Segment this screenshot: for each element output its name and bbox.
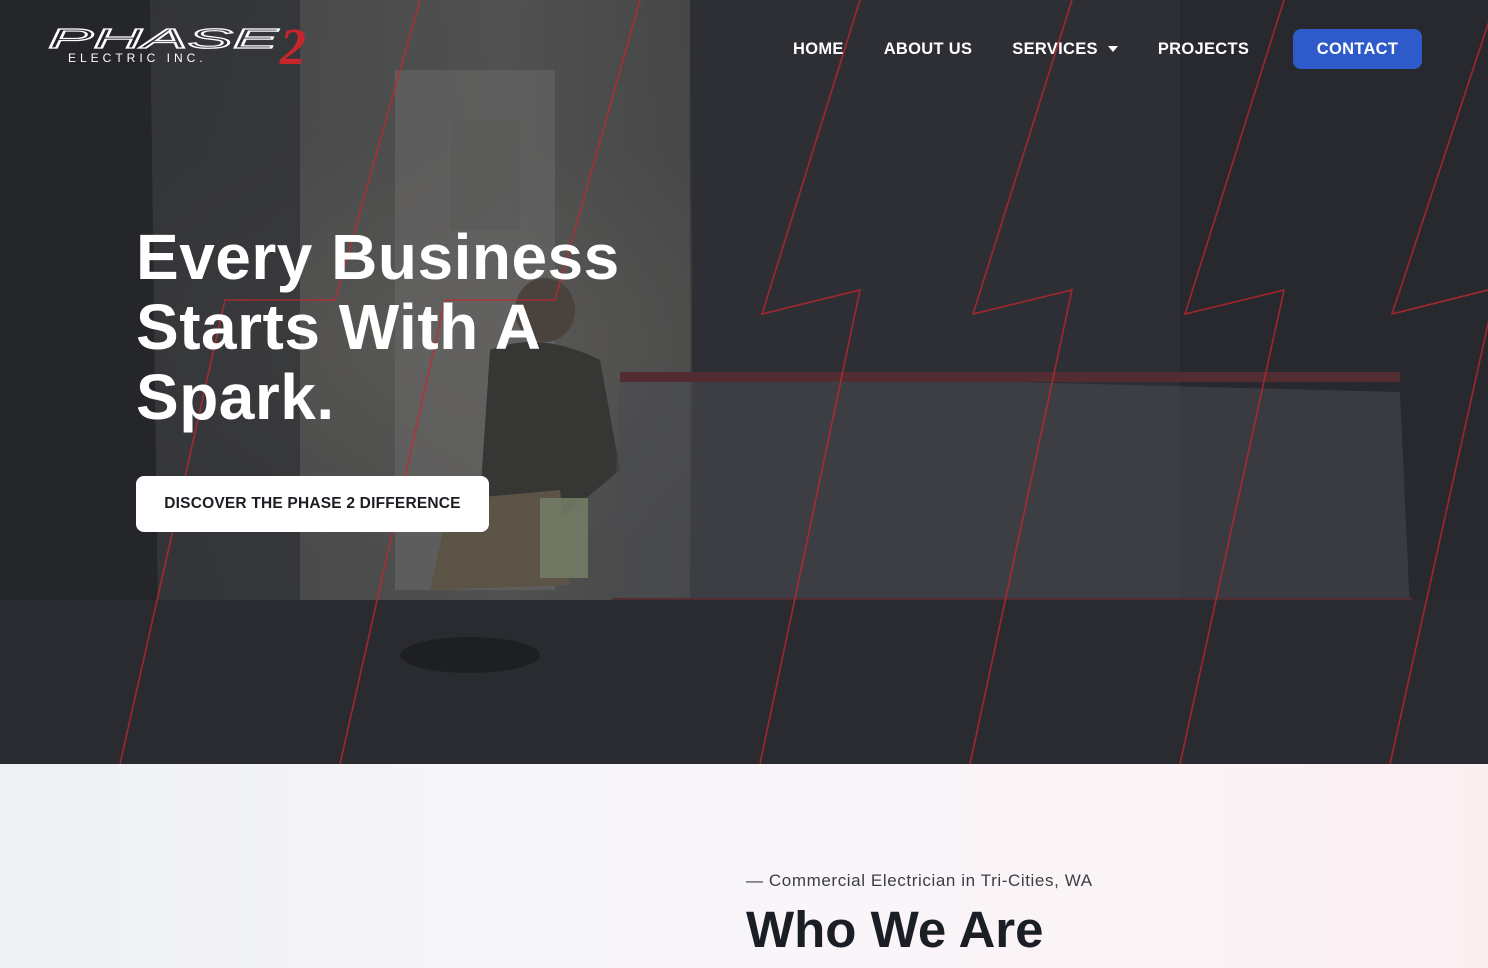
discover-difference-label: DISCOVER THE PHASE 2 DIFFERENCE xyxy=(164,495,461,512)
nav-about-us-label: ABOUT US xyxy=(883,39,973,58)
nav-projects-label: PROJECTS xyxy=(1157,39,1250,58)
section-eyebrow: — Commercial Electrician in Tri-Cities, … xyxy=(746,871,1093,890)
contact-button-label: CONTACT xyxy=(1316,39,1399,58)
dropdown-caret-icon[interactable] xyxy=(1107,46,1118,52)
svg-text:2: 2 xyxy=(279,20,306,76)
section-title: Who We Are xyxy=(746,901,1044,958)
nav-projects[interactable]: PROJECTS xyxy=(1158,40,1249,59)
who-we-are-section: — Commercial Electrician in Tri-Cities, … xyxy=(0,764,1488,968)
nav-services-label: SERVICES xyxy=(1012,39,1098,58)
hero-section: PHASE ELECTRIC INC. 2 HOME ABOUT US SERV… xyxy=(0,0,1488,764)
svg-text:ELECTRIC INC.: ELECTRIC INC. xyxy=(68,51,207,65)
nav-services[interactable]: SERVICES xyxy=(1012,40,1118,59)
hero-headline: Every Business Starts With A Spark. xyxy=(136,221,620,433)
nav-home[interactable]: HOME xyxy=(793,40,844,59)
contact-button[interactable]: CONTACT xyxy=(1293,29,1422,69)
discover-difference-button[interactable]: DISCOVER THE PHASE 2 DIFFERENCE xyxy=(136,476,489,532)
main-nav: HOME ABOUT US SERVICES PROJECTS xyxy=(793,29,1289,69)
nav-about-us[interactable]: ABOUT US xyxy=(884,40,973,59)
nav-home-label: HOME xyxy=(793,39,844,58)
svg-text:PHASE: PHASE xyxy=(48,23,279,54)
phase2-logo[interactable]: PHASE ELECTRIC INC. 2 xyxy=(46,20,330,78)
